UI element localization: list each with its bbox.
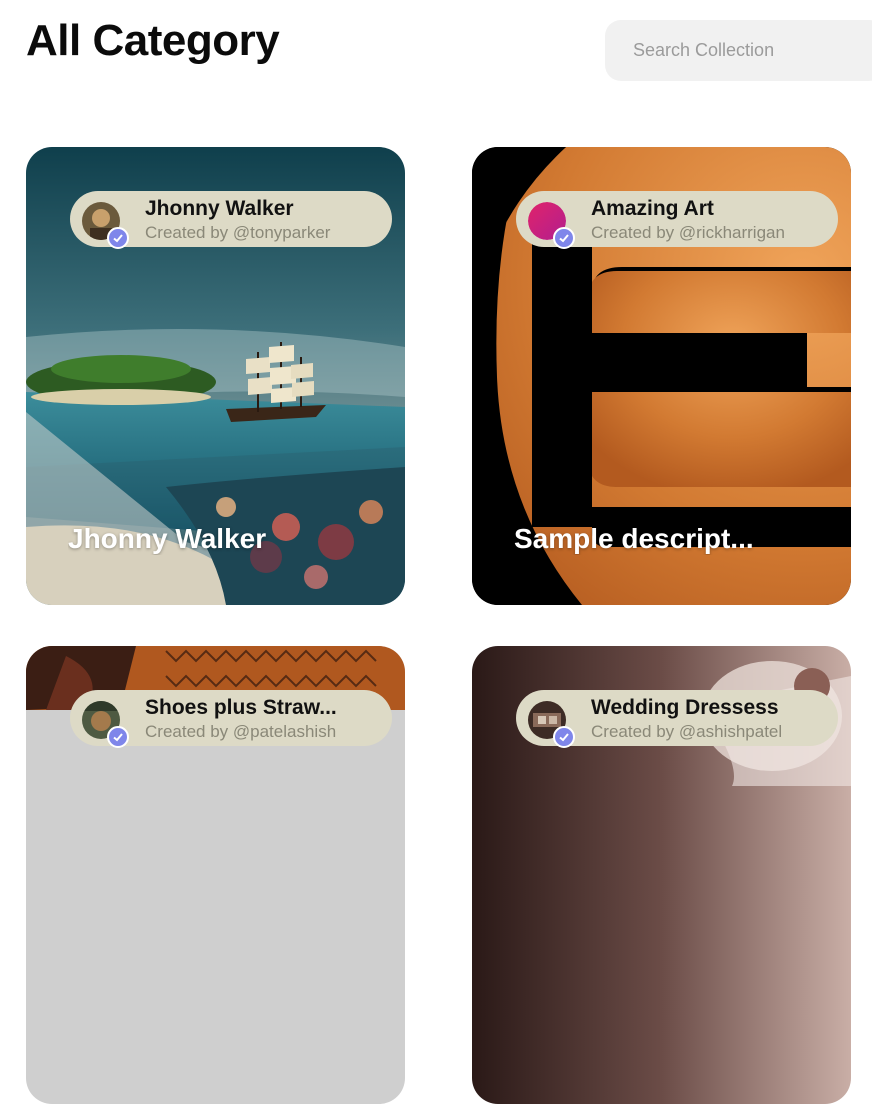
card-caption: Sample descript...	[514, 523, 754, 554]
creator-pill[interactable]: Shoes plus Straw... Created by @patelash…	[70, 690, 392, 748]
checkmark-icon	[553, 227, 575, 249]
creator-pill[interactable]: Amazing Art Created by @rickharrigan	[516, 191, 838, 249]
collection-title: Shoes plus Straw...	[145, 696, 337, 719]
creator-text: Created by @patelashish	[145, 722, 337, 741]
page-title: All Category	[26, 16, 280, 65]
search-input[interactable]	[631, 39, 865, 62]
creator-text: Created by @rickharrigan	[591, 223, 785, 242]
collection-card-wedding-dressess[interactable]: Wedding Dressess Created by @ashishpatel	[472, 646, 851, 1104]
collection-title: Jhonny Walker	[145, 197, 294, 220]
creator-text: Created by @ashishpatel	[591, 722, 783, 741]
creator-pill[interactable]: Jhonny Walker Created by @tonyparker	[70, 191, 392, 249]
creator-text: Created by @tonyparker	[145, 223, 331, 242]
collection-card-jhonny-walker[interactable]: Jhonny Walker Created by @tonyparker Jho…	[26, 147, 405, 605]
collection-card-shoes-plus-straw[interactable]: Shoes plus Straw... Created by @patelash…	[26, 646, 405, 1104]
creator-pill[interactable]: Wedding Dressess Created by @ashishpatel	[516, 690, 838, 748]
card-caption: Jhonny Walker	[68, 523, 267, 554]
collection-card-amazing-art[interactable]: Amazing Art Created by @rickharrigan Sam…	[472, 147, 851, 605]
checkmark-icon	[553, 726, 575, 748]
collection-title: Amazing Art	[591, 197, 714, 220]
checkmark-icon	[107, 227, 129, 249]
collection-title: Wedding Dressess	[591, 696, 779, 719]
checkmark-icon	[107, 726, 129, 748]
search-box[interactable]	[605, 20, 872, 81]
